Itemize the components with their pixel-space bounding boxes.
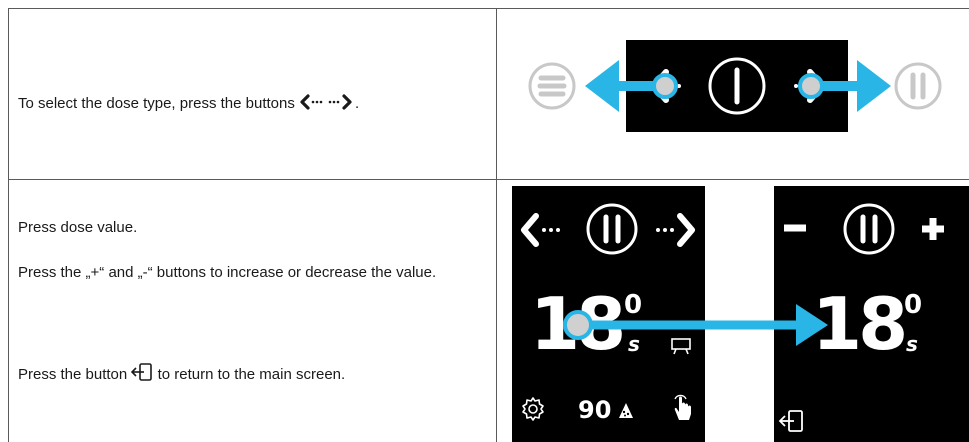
row2-line3: Press the button to return to the main s… [18,362,488,388]
grind-value: 90 [578,396,612,424]
accent-arrows-row1 [585,60,891,112]
next-dose-button[interactable] [650,210,700,250]
touch-icon [674,394,691,420]
dose-unit-right: s [906,332,918,356]
table-border-divider [496,8,497,442]
prev-dose-button[interactable] [518,210,568,250]
minus-button[interactable] [780,218,810,238]
dose-decimal-right: 0 [904,290,923,320]
exit-button[interactable] [778,408,806,434]
grind-icon [619,403,633,418]
menu-icon[interactable] [528,62,576,110]
row2-line3b: to return to the main screen. [157,366,346,383]
row2-line3a: Press the button [18,366,128,383]
row2-line1: Press dose value. [18,219,138,236]
accent-arrow-row2 [563,304,828,346]
table-border-top [8,8,969,9]
row1-period: . [355,95,360,112]
left-right-arrows-icon [299,94,355,116]
double-shot-button-edit[interactable] [842,202,896,256]
table-border-middle [8,179,969,180]
row2-line2: Press the „+“ and „-“ buttons to increas… [18,264,437,281]
row1-text: To select the dose type, press the butto… [18,95,295,112]
gear-icon[interactable] [520,396,546,422]
double-shot-button[interactable] [585,202,639,256]
table-border-left [8,8,9,442]
row1-instruction: To select the dose type, press the butto… [18,94,488,116]
double-shot-icon[interactable] [894,62,942,110]
plus-button[interactable] [918,214,948,244]
exit-icon [131,362,153,388]
